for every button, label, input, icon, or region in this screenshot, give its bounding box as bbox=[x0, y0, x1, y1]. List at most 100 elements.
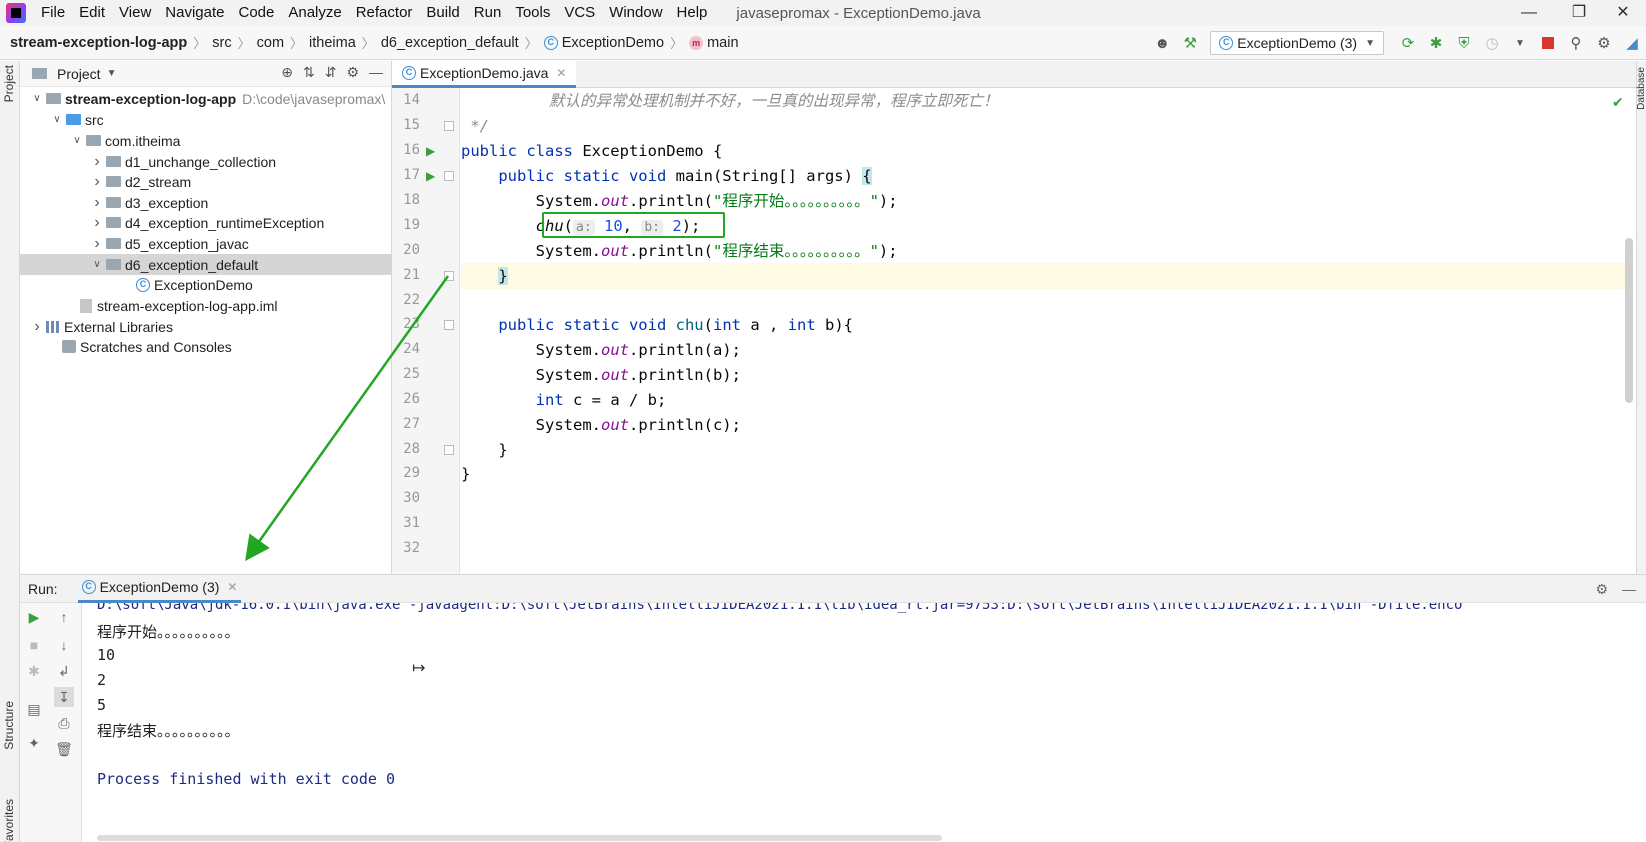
menu-refactor[interactable]: Refactor bbox=[349, 0, 420, 26]
breadcrumb-src[interactable]: src bbox=[212, 35, 231, 51]
editor-scrollbar[interactable] bbox=[1625, 238, 1633, 403]
close-window-icon[interactable]: ✕ bbox=[1600, 0, 1646, 26]
hide-icon[interactable]: — bbox=[369, 64, 383, 81]
chevron-right-icon[interactable]: › bbox=[90, 173, 104, 191]
menu-vcs[interactable]: VCS bbox=[557, 0, 602, 26]
menu-build[interactable]: Build bbox=[419, 0, 466, 26]
tab-favorites-vertical[interactable]: Favorites bbox=[2, 799, 16, 842]
tree-item-external-libraries[interactable]: › External Libraries bbox=[20, 316, 392, 337]
breadcrumb-package[interactable]: d6_exception_default bbox=[381, 35, 519, 51]
run-gutter-icon[interactable]: ▶ bbox=[426, 169, 435, 183]
expand-all-icon[interactable]: ⇅ bbox=[303, 64, 315, 81]
search-icon[interactable]: ⚲ bbox=[1565, 32, 1587, 54]
breadcrumb-class[interactable]: C ExceptionDemo bbox=[543, 35, 664, 51]
tree-item-scratches-and-consoles[interactable]: Scratches and Consoles bbox=[20, 336, 392, 357]
chevron-right-icon[interactable]: › bbox=[30, 318, 44, 336]
fold-marker-icon[interactable] bbox=[444, 271, 454, 281]
arrow-down-icon[interactable]: ↓ bbox=[54, 635, 74, 655]
chevron-right-icon[interactable]: › bbox=[90, 153, 104, 171]
soft-wrap-icon[interactable]: ↲ bbox=[54, 661, 74, 681]
fold-marker-icon[interactable] bbox=[444, 320, 454, 330]
chevron-down-icon[interactable]: ▼ bbox=[107, 68, 117, 79]
user-icon[interactable]: ☻ bbox=[1151, 32, 1173, 54]
breadcrumb-method[interactable]: m main bbox=[689, 35, 739, 51]
arrow-up-icon[interactable]: ↑ bbox=[54, 607, 74, 627]
breadcrumb-project[interactable]: stream-exception-log-app bbox=[10, 35, 187, 51]
settings-icon[interactable]: ⚙ bbox=[1593, 32, 1615, 54]
menu-run[interactable]: Run bbox=[467, 0, 509, 26]
build-hammer-icon[interactable]: ⚒ bbox=[1179, 32, 1201, 54]
run-panel-actions: ⚙ — bbox=[1595, 581, 1636, 598]
print-icon[interactable]: ⎙ bbox=[54, 713, 74, 733]
tree-item-label: d1_unchange_collection bbox=[125, 153, 277, 170]
chevron-right-icon[interactable]: › bbox=[90, 235, 104, 253]
debug-icon[interactable]: ✱ bbox=[24, 661, 44, 681]
stop-icon[interactable] bbox=[1537, 32, 1559, 54]
tab-project-vertical[interactable]: Project bbox=[2, 65, 16, 102]
code-editor[interactable]: 默认的异常处理机制并不好，一旦真的出现异常，程序立即死亡！ */ public … bbox=[461, 88, 1626, 574]
menu-help[interactable]: Help bbox=[670, 0, 715, 26]
tree-item-exceptiondemo[interactable]: C ExceptionDemo bbox=[20, 274, 392, 295]
menu-analyze[interactable]: Analyze bbox=[281, 0, 348, 26]
run-tab[interactable]: C ExceptionDemo (3) ✕ bbox=[77, 575, 242, 603]
menu-window[interactable]: Window bbox=[602, 0, 669, 26]
chevron-down-icon[interactable]: ▼ bbox=[1509, 32, 1531, 54]
chevron-right-icon[interactable]: › bbox=[90, 214, 104, 232]
tree-item-com-itheima[interactable]: ∨ com.itheima bbox=[20, 130, 392, 151]
tree-item-d6-exception-default[interactable]: ∨ d6_exception_default bbox=[20, 254, 392, 275]
console-horizontal-scrollbar[interactable] bbox=[97, 835, 942, 841]
tree-item-d4-exception-runtimeexception[interactable]: › d4_exception_runtimeException bbox=[20, 212, 392, 233]
menu-edit[interactable]: Edit bbox=[72, 0, 112, 26]
tree-item-d1-unchange-collection[interactable]: › d1_unchange_collection bbox=[20, 151, 392, 172]
tree-item-d5-exception-javac[interactable]: › d5_exception_javac bbox=[20, 233, 392, 254]
chevron-down-icon[interactable]: ∨ bbox=[90, 259, 104, 270]
menu-view[interactable]: View bbox=[112, 0, 158, 26]
restore-icon[interactable]: ❐ bbox=[1556, 0, 1602, 26]
chevron-down-icon[interactable]: ∨ bbox=[30, 93, 44, 104]
pin-icon[interactable]: ✦ bbox=[24, 733, 44, 753]
gear-icon[interactable]: ⚙ bbox=[1595, 581, 1608, 598]
tree-item-stream-exception-log-app[interactable]: ∨ stream-exception-log-app D:\code\javasep… bbox=[20, 88, 392, 109]
inspection-ok-icon[interactable]: ✔ bbox=[1612, 94, 1624, 111]
locate-icon[interactable]: ⊕ bbox=[281, 64, 293, 81]
stop-icon[interactable]: ■ bbox=[24, 635, 44, 655]
fold-marker-icon[interactable] bbox=[444, 445, 454, 455]
profile-icon[interactable]: ◷ bbox=[1481, 32, 1503, 54]
scroll-to-end-icon[interactable]: ↧ bbox=[54, 687, 74, 707]
chevron-right-icon[interactable]: › bbox=[90, 194, 104, 212]
coverage-icon[interactable]: ⛨ bbox=[1453, 32, 1475, 54]
toolbox-icon[interactable]: ◢ bbox=[1621, 32, 1643, 54]
close-icon[interactable]: ✕ bbox=[556, 66, 566, 80]
menu-code[interactable]: Code bbox=[231, 0, 281, 26]
menu-tools[interactable]: Tools bbox=[508, 0, 557, 26]
menu-navigate[interactable]: Navigate bbox=[158, 0, 231, 26]
run-gutter-icon[interactable]: ▶ bbox=[426, 144, 435, 158]
chevron-down-icon[interactable]: ∨ bbox=[50, 114, 64, 125]
run-config-select[interactable]: C ExceptionDemo (3) ▼ bbox=[1210, 31, 1384, 55]
menu-file[interactable]: File bbox=[34, 0, 72, 26]
hide-icon[interactable]: — bbox=[1622, 581, 1636, 598]
breadcrumb-com[interactable]: com bbox=[257, 35, 284, 51]
close-icon[interactable]: ✕ bbox=[227, 580, 237, 594]
breadcrumb-itheima[interactable]: itheima bbox=[309, 35, 356, 51]
tree-item-d3-exception[interactable]: › d3_exception bbox=[20, 192, 392, 213]
rerun-icon[interactable]: ▶ bbox=[24, 607, 44, 627]
rerun-icon[interactable]: ⟳ bbox=[1397, 32, 1419, 54]
tree-item-src[interactable]: ∨ src bbox=[20, 109, 392, 130]
fold-marker-icon[interactable] bbox=[444, 171, 454, 181]
console-output[interactable]: D:\soft\Java\jdk-16.0.1\bin\java.exe -ja… bbox=[83, 603, 1646, 842]
tab-database-vertical[interactable]: Database bbox=[1636, 67, 1646, 110]
layout-icon[interactable]: ▤ bbox=[24, 699, 44, 719]
collapse-all-icon[interactable]: ⇵ bbox=[325, 64, 337, 81]
gear-icon[interactable]: ⚙ bbox=[346, 64, 359, 81]
tab-structure-vertical[interactable]: Structure bbox=[2, 701, 16, 750]
tree-item-stream-exception-log-app-iml[interactable]: stream-exception-log-app.iml bbox=[20, 295, 392, 316]
minimize-icon[interactable]: — bbox=[1506, 0, 1552, 26]
tab-exceptiondemo-java[interactable]: C ExceptionDemo.java ✕ bbox=[392, 61, 577, 88]
project-view-selector[interactable]: Project bbox=[57, 66, 101, 82]
trash-icon[interactable]: 🗑 bbox=[54, 739, 74, 759]
debug-icon[interactable]: ✱ bbox=[1425, 32, 1447, 54]
fold-marker-icon[interactable] bbox=[444, 121, 454, 131]
chevron-down-icon[interactable]: ∨ bbox=[70, 135, 84, 146]
tree-item-d2-stream[interactable]: › d2_stream bbox=[20, 171, 392, 192]
